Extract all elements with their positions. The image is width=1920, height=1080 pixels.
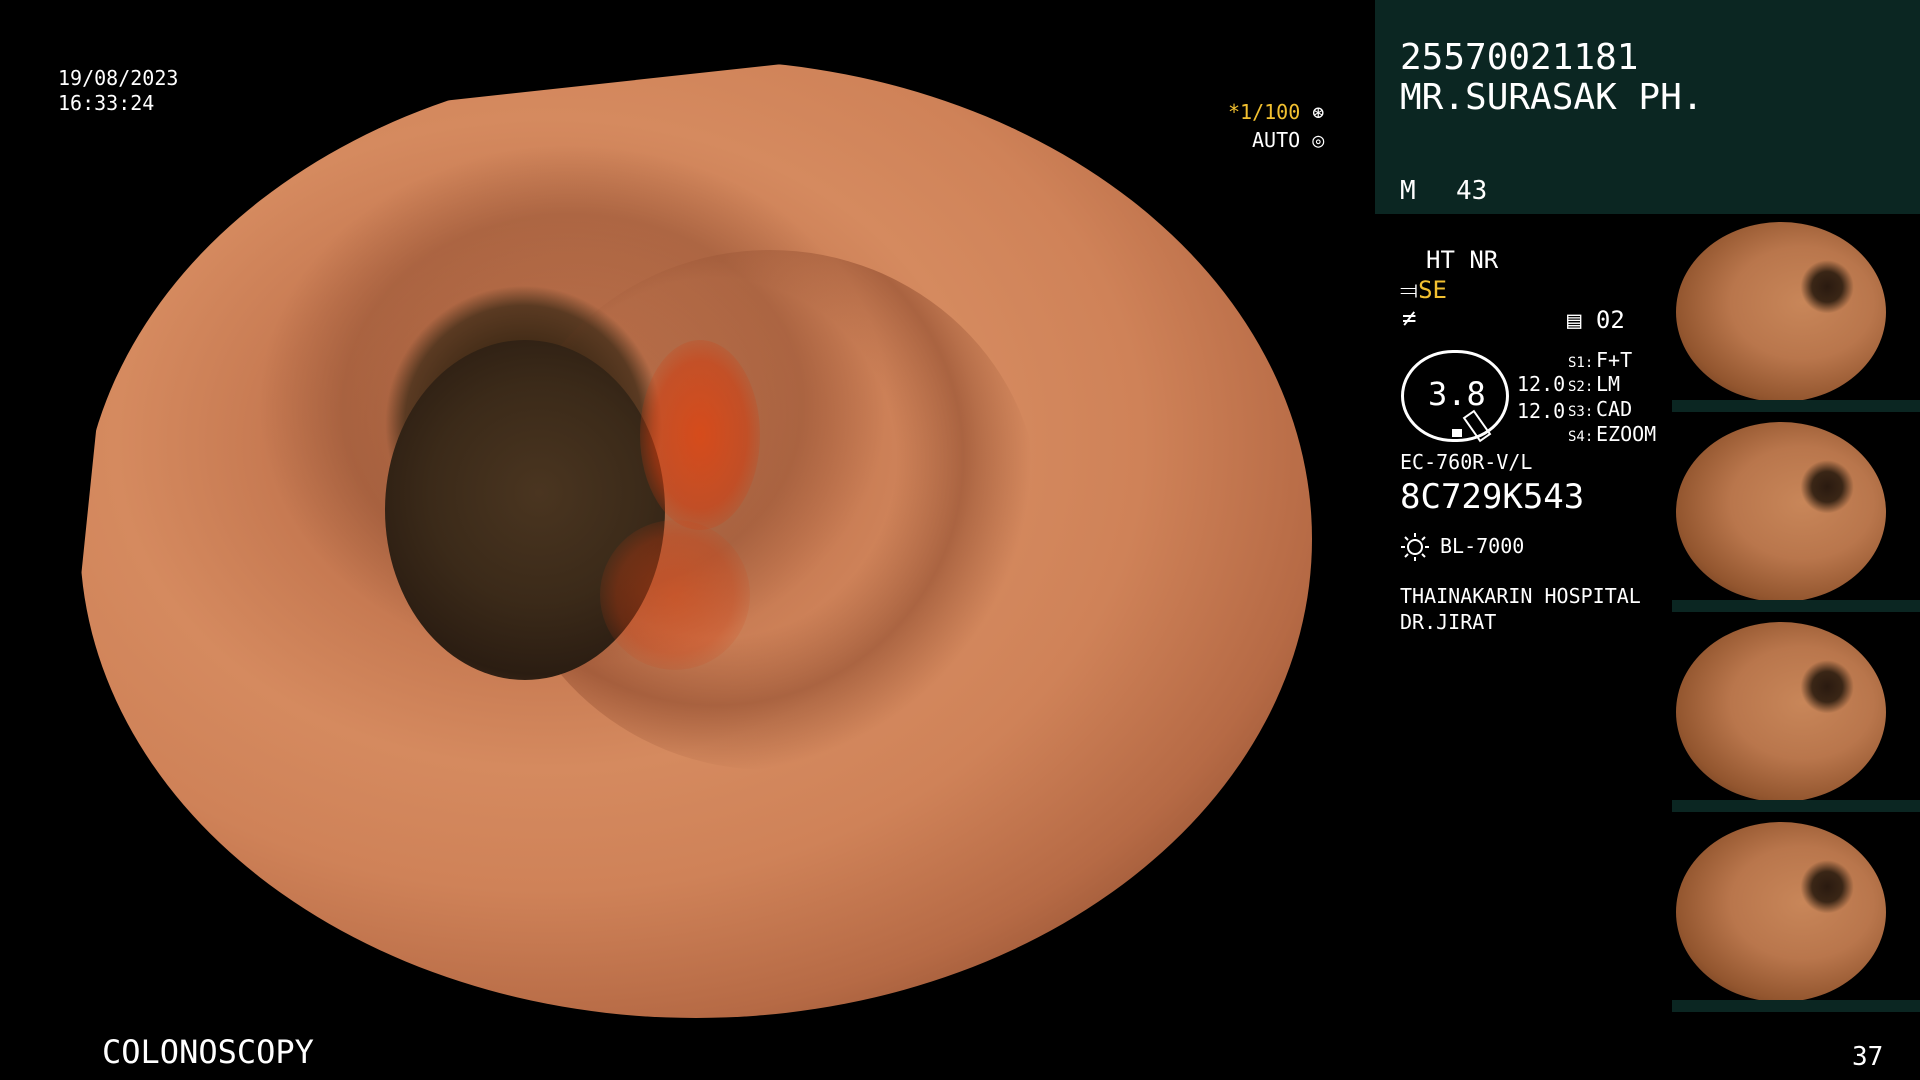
thumbnail-1[interactable] — [1672, 216, 1920, 412]
exposure-readout: AUTO ◎ — [1252, 130, 1324, 150]
hospital-name: THAINAKARIN HOSPITAL — [1400, 584, 1641, 608]
thumbnail-info-strip — [1672, 400, 1920, 412]
setting-value-2: 12.0 — [1517, 399, 1566, 423]
procedure-label: COLONOSCOPY — [102, 1033, 314, 1071]
switch-2-value: LM — [1596, 372, 1621, 396]
thumbnail-image — [1676, 422, 1886, 602]
switch-1-value: F+T — [1596, 348, 1633, 372]
thumbnail-info-strip — [1672, 800, 1920, 812]
switch-3-value: CAD — [1596, 397, 1633, 421]
setting-value-1: 12.0 — [1517, 372, 1566, 396]
thumbnail-info-strip — [1672, 1000, 1920, 1012]
patient-id: 25570021181 — [1400, 37, 1639, 78]
image-count: 37 — [1852, 1042, 1884, 1072]
blood-stain — [640, 340, 760, 530]
enhance-value: SE — [1418, 276, 1448, 304]
switch-3-label: S3: — [1568, 404, 1594, 420]
shutter-speed: *1/100 — [1228, 100, 1301, 124]
memory-setting: ▤ 02 — [1567, 308, 1625, 332]
switch-4-label: S4: — [1568, 429, 1594, 445]
shutter-readout: *1/100 ⊛ — [1228, 102, 1324, 122]
datetime: 19/08/2023 16:33:24 — [58, 66, 178, 116]
thumbnail-image — [1676, 822, 1886, 1002]
thumbnail-image — [1676, 622, 1886, 802]
blood-stain — [600, 520, 750, 670]
thumbnail-4[interactable] — [1672, 816, 1920, 1012]
memory-value: 02 — [1595, 306, 1625, 334]
shutter-icon: ⊛ — [1312, 100, 1325, 124]
freeze-icon: ≠ — [1402, 304, 1417, 332]
gauge-marker — [1452, 429, 1462, 437]
endoscope-image — [80, 60, 1312, 1018]
patient-name: MR.SURASAK PH. — [1400, 77, 1704, 118]
patient-age: 43 — [1456, 176, 1488, 206]
memory-icon: ▤ — [1567, 306, 1582, 334]
scope-serial: 8C729K543 — [1400, 477, 1585, 517]
thumbnail-3[interactable] — [1672, 616, 1920, 812]
thumbnail-2[interactable] — [1672, 416, 1920, 612]
thumbnail-info-strip — [1672, 600, 1920, 612]
ht-setting: HT NR — [1426, 246, 1499, 274]
patient-sex: M — [1400, 176, 1416, 206]
exposure-mode: AUTO — [1252, 128, 1301, 152]
gauge-needle — [1462, 409, 1492, 443]
scope-model: EC-760R-V/L — [1400, 450, 1533, 474]
switch-2-label: S2: — [1568, 379, 1594, 395]
thumbnail-image — [1676, 222, 1886, 402]
switch-4-value: EZOOM — [1596, 422, 1657, 446]
switch-1-label: S1: — [1568, 355, 1594, 371]
structure-enhance-icon: ⫤ — [1400, 276, 1419, 304]
gauge-value: 3.8 — [1428, 375, 1486, 413]
doctor-name: DR.JIRAT — [1400, 610, 1497, 634]
auto-iris-icon: ◎ — [1312, 128, 1325, 152]
enhance-setting: ⫤SE — [1400, 278, 1447, 302]
light-source-model: BL-7000 — [1440, 534, 1525, 558]
time-text: 16:33:24 — [58, 91, 155, 115]
light-source-icon — [1401, 533, 1429, 561]
date-text: 19/08/2023 — [58, 66, 179, 90]
